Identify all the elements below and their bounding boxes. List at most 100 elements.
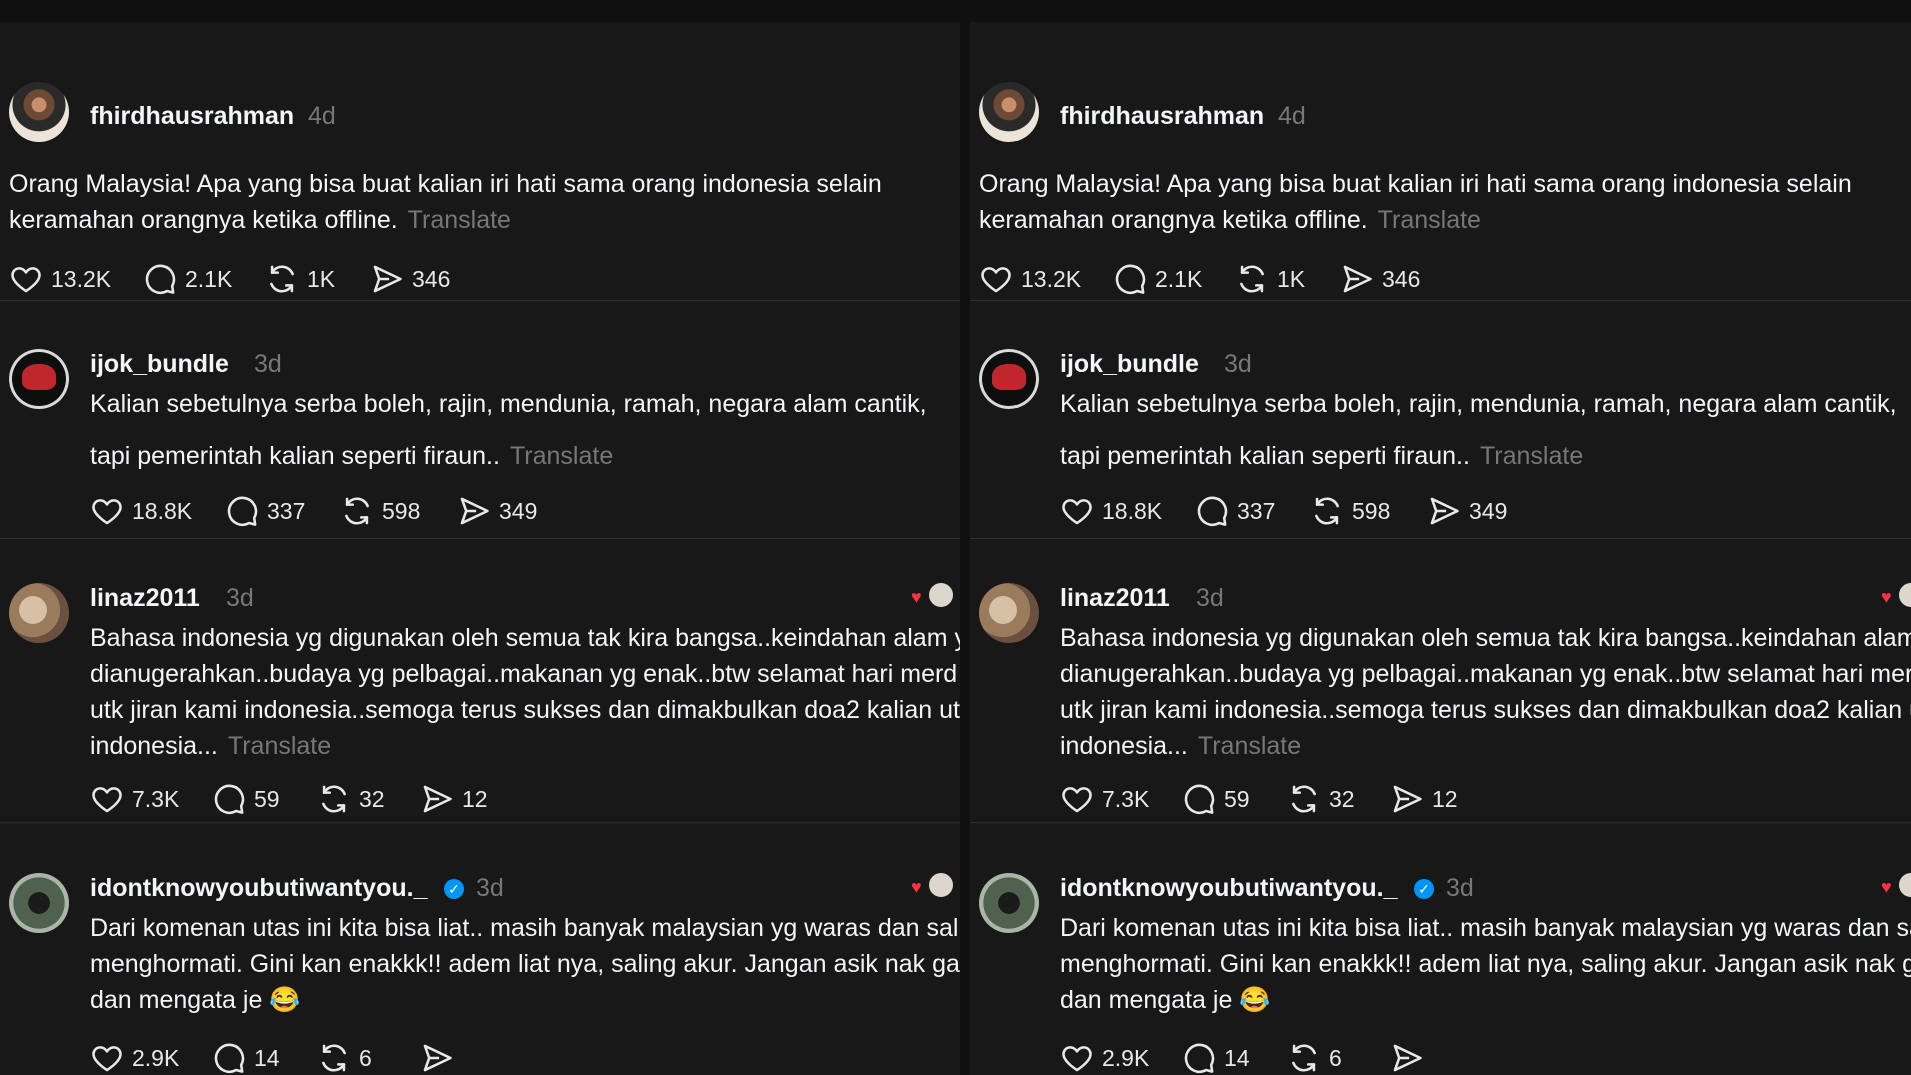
comment-button[interactable]: 14 — [212, 1041, 280, 1075]
post-text: dan mengata je 😂 — [90, 986, 301, 1014]
repost-button[interactable]: 1K — [265, 262, 335, 296]
username[interactable]: ijok_bundle — [1060, 350, 1199, 379]
avatar[interactable] — [979, 873, 1039, 933]
translate-link[interactable]: Translate — [510, 442, 613, 470]
reposts-count: 1K — [1277, 265, 1306, 292]
username[interactable]: linaz2011 — [90, 584, 200, 613]
heart-icon: ♥ — [911, 587, 922, 607]
likes-count: 7.3K — [132, 785, 180, 812]
reposts-count: 32 — [359, 785, 385, 812]
post-time: 3d — [226, 584, 254, 612]
translate-link[interactable]: Translate — [1378, 206, 1481, 234]
username[interactable]: fhirdhausrahman — [1060, 102, 1264, 131]
heart-icon — [9, 262, 43, 296]
repost-button[interactable]: 6 — [317, 1041, 372, 1075]
avatar[interactable] — [9, 873, 69, 933]
share-button[interactable]: 12 — [1390, 782, 1458, 816]
reposts-count: 1K — [307, 265, 336, 292]
share-button[interactable]: 346 — [370, 262, 450, 296]
comment-button[interactable]: 337 — [1195, 494, 1275, 528]
like-button[interactable]: 2.9K — [1060, 1041, 1149, 1075]
post-text: dianugerahkan..budaya yg pelbagai..makan… — [90, 660, 958, 688]
post-divider — [970, 300, 1911, 301]
username[interactable]: linaz2011 — [1060, 584, 1170, 613]
post-text: dianugerahkan..budaya yg pelbagai..makan… — [1060, 660, 1911, 688]
post-text-line: tapi pemerintah kalian seperti firaun.. T… — [1060, 442, 1583, 471]
comments-count: 337 — [1237, 497, 1276, 524]
translate-link[interactable]: Translate — [1480, 442, 1583, 470]
post-time: 4d — [1278, 102, 1306, 130]
avatar[interactable] — [9, 349, 69, 409]
heart-icon — [1060, 782, 1094, 816]
username[interactable]: fhirdhausrahman — [90, 102, 294, 131]
translate-link[interactable]: Translate — [1198, 732, 1301, 760]
post-text-line: Kalian sebetulnya serba boleh, rajin, me… — [1060, 390, 1897, 419]
translate-link[interactable]: Translate — [408, 206, 511, 234]
share-button[interactable] — [420, 1041, 462, 1075]
like-button[interactable]: 2.9K — [90, 1041, 179, 1075]
like-button[interactable]: 13.2K — [9, 262, 111, 296]
avatar[interactable] — [979, 583, 1039, 643]
share-button[interactable]: 349 — [1427, 494, 1507, 528]
repost-button[interactable]: 32 — [317, 782, 385, 816]
share-button[interactable]: 12 — [420, 782, 488, 816]
post-text: indonesia... — [90, 732, 218, 760]
post-text: Orang Malaysia! Apa yang bisa buat kalia… — [979, 170, 1852, 198]
repost-button[interactable]: 32 — [1287, 782, 1355, 816]
share-icon — [420, 782, 454, 816]
share-button[interactable]: 349 — [457, 494, 537, 528]
share-button[interactable]: 346 — [1340, 262, 1420, 296]
post-text: Bahasa indonesia yg digunakan oleh semua… — [1060, 624, 1911, 652]
post-text-line: dianugerahkan..budaya yg pelbagai..makan… — [90, 660, 957, 689]
share-icon — [1390, 782, 1424, 816]
liked-by-author-indicator: ♥ — [1879, 581, 1911, 611]
post-text-line: dan mengata je 😂 — [90, 986, 300, 1015]
post-time: 3d — [1446, 874, 1474, 902]
likes-count: 13.2K — [1021, 265, 1082, 292]
comment-button[interactable]: 59 — [1182, 782, 1250, 816]
repost-button[interactable]: 598 — [1310, 494, 1390, 528]
like-button[interactable]: 7.3K — [1060, 782, 1149, 816]
repost-button[interactable]: 598 — [340, 494, 420, 528]
comments-count: 59 — [1224, 785, 1250, 812]
likes-count: 2.9K — [1102, 1044, 1150, 1071]
translate-link[interactable]: Translate — [228, 732, 331, 760]
author-avatar-mini — [1897, 581, 1911, 609]
avatar[interactable] — [9, 82, 69, 142]
comment-icon — [1182, 1041, 1216, 1075]
comment-button[interactable]: 2.1K — [1113, 262, 1202, 296]
heart-icon — [90, 1041, 124, 1075]
like-button[interactable]: 18.8K — [90, 494, 192, 528]
repost-button[interactable]: 6 — [1287, 1041, 1342, 1075]
verified-icon: ✓ — [1414, 879, 1434, 899]
username[interactable]: idontknowyoubutiwantyou._ — [90, 874, 427, 903]
thread-post: idontknowyoubutiwantyou._ ✓ 3d ♥ Dari komena… — [0, 828, 960, 1075]
post-text-line: menghormati. Gini kan enakkk!! adem liat… — [1060, 950, 1911, 979]
avatar[interactable] — [979, 349, 1039, 409]
post-text-line: indonesia... Translate — [1060, 732, 1301, 761]
comment-button[interactable]: 2.1K — [143, 262, 232, 296]
avatar[interactable] — [979, 82, 1039, 142]
like-button[interactable]: 7.3K — [90, 782, 179, 816]
repost-icon — [317, 1041, 351, 1075]
username[interactable]: ijok_bundle — [90, 350, 229, 379]
comment-icon — [212, 782, 246, 816]
post-time: 3d — [476, 874, 504, 902]
comment-button[interactable]: 59 — [212, 782, 280, 816]
post-text: utk jiran kami indonesia..semoga terus s… — [90, 696, 960, 724]
post-divider — [970, 822, 1911, 823]
likes-count: 7.3K — [1102, 785, 1150, 812]
comment-button[interactable]: 14 — [1182, 1041, 1250, 1075]
shares-count: 346 — [1382, 265, 1421, 292]
repost-button[interactable]: 1K — [1235, 262, 1305, 296]
username[interactable]: idontknowyoubutiwantyou._ — [1060, 874, 1397, 903]
post-text-line: keramahan orangnya ketika offline. Transl… — [9, 206, 511, 235]
repost-icon — [1310, 494, 1344, 528]
comment-button[interactable]: 337 — [225, 494, 305, 528]
avatar[interactable] — [9, 583, 69, 643]
like-button[interactable]: 18.8K — [1060, 494, 1162, 528]
repost-icon — [265, 262, 299, 296]
author-avatar-mini — [1897, 871, 1911, 899]
share-button[interactable] — [1390, 1041, 1432, 1075]
like-button[interactable]: 13.2K — [979, 262, 1081, 296]
